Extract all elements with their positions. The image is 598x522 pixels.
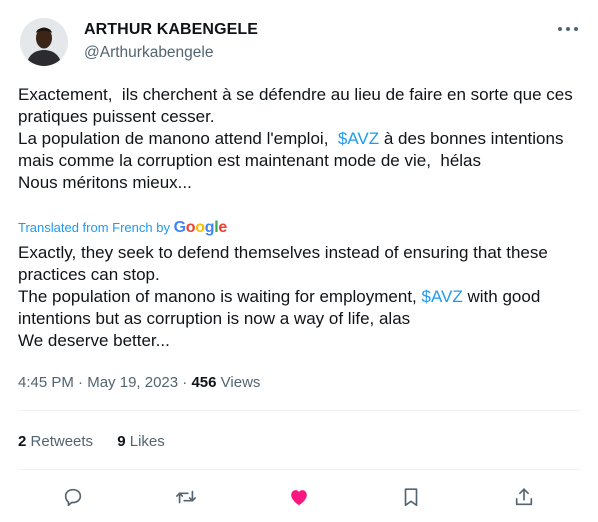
tweet-actions — [0, 478, 598, 518]
avatar-image — [20, 18, 68, 66]
cashtag-link[interactable]: $AVZ — [422, 287, 463, 306]
likes-count: 9 — [117, 433, 126, 450]
tweet-original-text: Exactement, ils cherchent à se défendre … — [18, 84, 584, 194]
google-logo: Google — [173, 219, 228, 236]
google-logo-letter: o — [185, 219, 196, 236]
divider — [18, 410, 580, 411]
retweets-label: Retweets — [30, 433, 94, 450]
google-logo-letter: G — [173, 219, 186, 236]
more-horizontal-icon[interactable] — [556, 16, 580, 40]
tweet-stats: 2 Retweets 9 Likes — [18, 432, 185, 452]
tweet-time[interactable]: 4:45 PM — [18, 374, 74, 391]
reply-icon[interactable] — [60, 484, 86, 510]
tweet-header: ARTHUR KABENGELE @Arthurkabengele — [18, 14, 584, 70]
author-display-name[interactable]: ARTHUR KABENGELE — [84, 20, 258, 40]
original-paragraph-1: Exactement, ils cherchent à se défendre … — [18, 85, 578, 126]
translated-paragraph-1: Exactly, they seek to defend themselves … — [18, 243, 553, 284]
author-names: ARTHUR KABENGELE @Arthurkabengele — [84, 20, 258, 63]
meta-separator: · — [78, 374, 88, 391]
heart-filled-icon[interactable] — [286, 484, 312, 510]
views-label: Views — [220, 374, 261, 391]
original-paragraph-2: La population de manono attend l'emploi,… — [18, 128, 584, 172]
translated-paragraph-3: We deserve better... — [18, 331, 170, 350]
likes-label: Likes — [129, 433, 165, 450]
tweet-date[interactable]: May 19, 2023 — [87, 374, 178, 391]
translation-attribution[interactable]: Translated from French by Google — [18, 219, 227, 237]
google-logo-letter: g — [204, 219, 215, 236]
translated-paragraph-2-start: The population of manono is waiting for … — [18, 287, 422, 306]
translated-paragraph-2: The population of manono is waiting for … — [18, 286, 584, 330]
retweets-stat[interactable]: 2 Retweets — [18, 432, 93, 452]
divider — [18, 469, 580, 470]
views-count: 456 — [191, 374, 217, 391]
translation-label: Translated from French by — [18, 220, 170, 235]
tweet: ARTHUR KABENGELE @Arthurkabengele Exacte… — [0, 0, 598, 522]
retweets-count: 2 — [18, 433, 27, 450]
google-logo-letter: o — [195, 219, 205, 236]
bookmark-icon[interactable] — [398, 484, 424, 510]
share-icon[interactable] — [511, 484, 537, 510]
original-paragraph-2-start: La population de manono attend l'emploi, — [18, 129, 338, 148]
retweet-icon[interactable] — [173, 484, 199, 510]
google-logo-letter: e — [218, 219, 227, 236]
cashtag-link[interactable]: $AVZ — [338, 129, 379, 148]
avatar[interactable] — [20, 18, 68, 66]
likes-stat[interactable]: 9 Likes — [117, 432, 165, 452]
tweet-meta: 4:45 PM · May 19, 2023 · 456 Views — [18, 373, 260, 393]
tweet-translated-text: Exactly, they seek to defend themselves … — [18, 242, 584, 352]
original-paragraph-3: Nous méritons mieux... — [18, 173, 192, 192]
author-handle[interactable]: @Arthurkabengele — [84, 43, 258, 63]
